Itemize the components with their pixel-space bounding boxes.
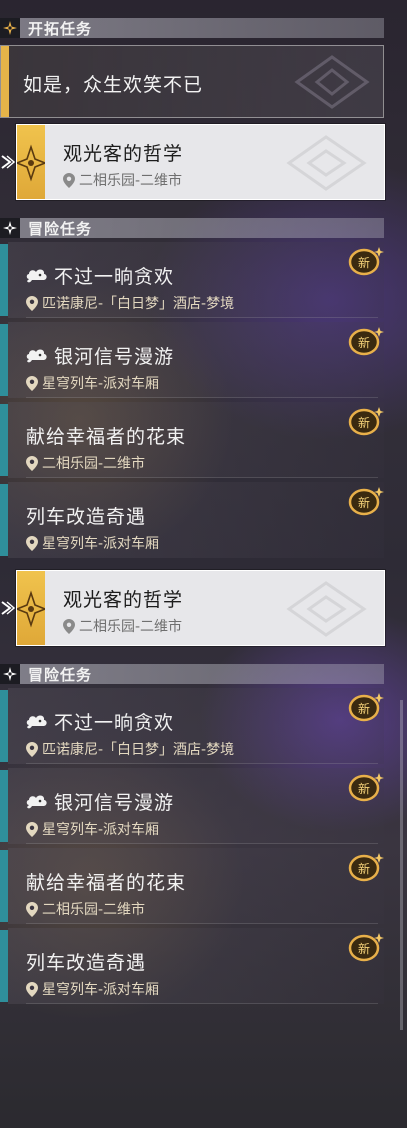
map-pin-icon [26,295,38,311]
quest-title: 列车改造奇遇 [26,952,147,974]
map-pin-icon [26,535,38,551]
cloud-cat-icon [26,715,47,728]
section-title: 冒险任务 [28,219,93,238]
adventure-quest-item[interactable]: 不过一晌贪欢 匹诺康尼-「白日梦」酒店-梦境 新 [0,688,384,764]
quest-emblem-icon [14,590,48,628]
svg-text:新: 新 [358,701,370,716]
new-badge-icon: 新 [348,407,384,436]
new-badge-icon: 新 [348,487,384,516]
new-badge-icon: 新 [348,247,384,276]
new-badge-icon: 新 [348,853,384,882]
selection-arrow-icon [0,598,16,618]
svg-text:新: 新 [358,941,370,956]
svg-text:新: 新 [358,415,370,430]
quest-title: 不过一晌贪欢 [54,712,175,734]
cloud-cat-icon [26,795,47,808]
adventure-quest-item[interactable]: 银河信号漫游 星穹列车-派对车厢 新 [0,322,384,398]
compass-star-icon [0,18,20,38]
new-badge-icon: 新 [348,693,384,722]
emblem-decoration-icon [286,135,367,191]
new-badge-icon: 新 [348,933,384,962]
emblem-decoration-icon [286,581,367,637]
quest-location: 星穹列车-派对车厢 [42,982,160,998]
quest-title: 如是，众生欢笑不已 [23,74,204,96]
quest-location: 二相乐园-二维市 [42,902,146,918]
map-pin-icon [63,172,75,188]
quest-location: 星穹列车-派对车厢 [42,536,160,552]
adventure-quest-item[interactable]: 献给幸福者的花束 二相乐园-二维市 新 [0,848,384,924]
adventure-quest-item[interactable]: 列车改造奇遇 星穹列车-派对车厢 新 [0,928,384,1004]
adventure-quest-item[interactable]: 列车改造奇遇 星穹列车-派对车厢 新 [0,482,384,558]
section-title: 开拓任务 [28,19,93,38]
compass-star-icon [0,218,20,238]
svg-text:新: 新 [358,255,370,270]
map-pin-icon [63,618,75,634]
quest-title: 观光客的哲学 [63,589,184,611]
emblem-decoration-icon [294,55,370,109]
quest-location: 二相乐园-二维市 [79,619,183,635]
quest-title: 列车改造奇遇 [26,506,147,528]
map-pin-icon [26,901,38,917]
scrollbar[interactable] [400,700,403,1030]
svg-text:新: 新 [358,335,370,350]
adventure-quest-item[interactable]: 银河信号漫游 星穹列车-派对车厢 新 [0,768,384,844]
selection-arrow-icon [0,152,16,172]
quest-title: 银河信号漫游 [54,346,175,368]
selected-quest-card-top[interactable]: 观光客的哲学 二相乐园-二维市 [14,124,385,200]
map-pin-icon [26,981,38,997]
svg-text:新: 新 [358,861,370,876]
adventure-quest-item[interactable]: 献给幸福者的花束 二相乐园-二维市 新 [0,402,384,478]
quest-title: 不过一晌贪欢 [54,266,175,288]
quest-location: 星穹列车-派对车厢 [42,822,160,838]
new-badge-icon: 新 [348,773,384,802]
trailblaze-quest-card[interactable]: 如是，众生欢笑不已 [0,45,384,118]
map-pin-icon [26,741,38,757]
quest-location: 匹诺康尼-「白日梦」酒店-梦境 [42,742,235,758]
adventure-section-header: 冒险任务 [0,664,384,684]
adventure-quest-item[interactable]: 不过一晌贪欢 匹诺康尼-「白日梦」酒店-梦境 新 [0,242,384,318]
compass-star-icon [0,664,20,684]
section-title: 冒险任务 [28,665,93,684]
quest-location: 二相乐园-二维市 [42,456,146,472]
selected-quest-card-bottom[interactable]: 观光客的哲学 二相乐园-二维市 [14,570,385,646]
quest-location: 匹诺康尼-「白日梦」酒店-梦境 [42,296,235,312]
quest-emblem-icon [14,144,48,182]
quest-title: 献给幸福者的花束 [26,872,187,894]
adventure-section-header: 冒险任务 [0,218,384,238]
map-pin-icon [26,821,38,837]
quest-location: 星穹列车-派对车厢 [42,376,160,392]
map-pin-icon [26,375,38,391]
quest-title: 观光客的哲学 [63,143,184,165]
quest-title: 银河信号漫游 [54,792,175,814]
cloud-cat-icon [26,349,47,362]
quest-location: 二相乐园-二维市 [79,173,183,189]
svg-text:新: 新 [358,781,370,796]
trailblaze-section-header: 开拓任务 [0,18,384,38]
quest-title: 献给幸福者的花束 [26,426,187,448]
new-badge-icon: 新 [348,327,384,356]
svg-text:新: 新 [358,495,370,510]
map-pin-icon [26,455,38,471]
cloud-cat-icon [26,269,47,282]
